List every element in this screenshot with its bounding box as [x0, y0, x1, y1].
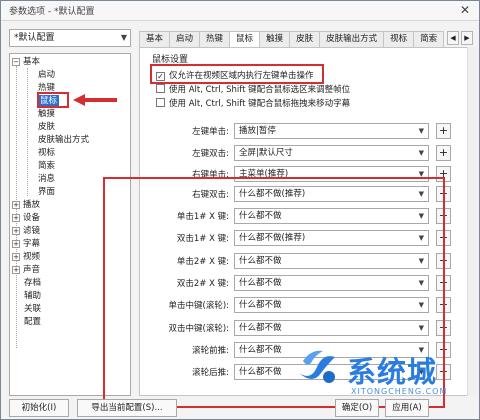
tree-item-skin-output[interactable]: 皮肤输出方式	[38, 134, 89, 146]
watermark-text: 系统城	[347, 355, 438, 389]
checkbox-icon[interactable]	[156, 84, 165, 93]
setting-dropdown[interactable]: 播放|暂停 ▼	[234, 123, 429, 139]
tree-item-subtitles[interactable]: + 字幕	[12, 238, 40, 250]
tree-item-index[interactable]: 简索	[38, 160, 55, 172]
add-button[interactable]: +	[436, 123, 451, 139]
vertical-scrollbar[interactable]	[467, 47, 477, 396]
tree-item-filters[interactable]: + 滤镜	[12, 225, 40, 237]
setting-label: 左键单击:	[192, 127, 229, 137]
tree-item-basic[interactable]: − 基本	[12, 56, 40, 68]
expand-icon[interactable]: +	[12, 253, 20, 261]
tab-index[interactable]: 简索	[413, 31, 445, 47]
setting-row: 左键单击: 播放|暂停 ▼ +	[140, 122, 460, 140]
tree-item-interface[interactable]: 界面	[38, 186, 55, 198]
tab-mouse[interactable]: 鼠标	[229, 31, 261, 48]
watermark-subtext: XITONGCHENG.COM	[351, 387, 448, 396]
profile-value: *默认配置	[14, 33, 55, 43]
tree-item-playback[interactable]: + 播放	[12, 199, 40, 211]
red-arrow-icon	[73, 94, 117, 106]
chevron-down-icon: ▼	[418, 149, 424, 157]
init-button[interactable]: 初始化(I)	[9, 399, 69, 417]
expand-icon[interactable]: +	[12, 266, 20, 274]
checkbox-icon[interactable]	[156, 98, 165, 107]
tab-cursor[interactable]: 视标	[383, 31, 415, 47]
tab-scroll-left-icon[interactable]: ◀	[447, 31, 459, 45]
options-window: 参数选项 - *默认配置 ✕ *默认配置 ▼ − 基本 启动 热键 鼠标 触摸 皮…	[0, 0, 480, 420]
chevron-down-icon: ▼	[418, 127, 424, 135]
highlight-box-checkbox	[150, 64, 324, 84]
expand-icon[interactable]: +	[12, 201, 20, 209]
chevron-down-icon: ▼	[120, 33, 127, 42]
tab-startup[interactable]: 启动	[169, 31, 201, 47]
tab-hotkeys[interactable]: 热键	[199, 31, 231, 47]
tree-item-startup[interactable]: 启动	[38, 69, 55, 81]
apply-button[interactable]: 应用(A)	[385, 399, 429, 417]
add-button[interactable]: +	[436, 145, 451, 161]
tree-guide-line	[27, 68, 28, 196]
close-icon[interactable]: ✕	[457, 3, 473, 18]
setting-label: 左键双击:	[192, 149, 229, 159]
tree-item-audio[interactable]: + 声音	[12, 264, 40, 276]
title-bar: 参数选项 - *默认配置 ✕	[1, 1, 479, 21]
tab-bar: 基本 启动 热键 鼠标 触摸 皮肤 皮肤输出方式 视标 简索 ◀ ▶	[139, 31, 477, 48]
highlight-box-mouse-item	[37, 92, 69, 108]
tree-item-devices[interactable]: + 设备	[12, 212, 40, 224]
setting-dropdown[interactable]: 全屏|默认尺寸 ▼	[234, 145, 429, 161]
tree-item-skin[interactable]: 皮肤	[38, 121, 55, 133]
tab-touch[interactable]: 触摸	[259, 31, 291, 47]
check-alt-ctrl-shift-subtitle[interactable]: 使用 Alt, Ctrl, Shift 键配合鼠标拖拽来移动字幕	[156, 98, 350, 110]
tree-item-video[interactable]: + 视频	[12, 251, 40, 263]
tab-basic[interactable]: 基本	[139, 31, 171, 47]
window-title: 参数选项 - *默认配置	[9, 7, 95, 17]
expand-icon[interactable]: +	[12, 240, 20, 248]
collapse-icon[interactable]: −	[12, 58, 20, 66]
site-logo	[299, 350, 335, 383]
tree-item-config[interactable]: 配置	[24, 316, 41, 328]
tree-item-cursor[interactable]: 视标	[38, 147, 55, 159]
expand-icon[interactable]: +	[12, 227, 20, 235]
tree-item-assist[interactable]: 辅助	[24, 290, 41, 302]
tab-scroll-right-icon[interactable]: ▶	[461, 31, 473, 45]
ok-button[interactable]: 确定(O)	[335, 399, 379, 417]
tree-item-messages[interactable]: 消息	[38, 173, 55, 185]
tree-item-archive[interactable]: 存档	[24, 277, 41, 289]
check-alt-ctrl-shift-frame[interactable]: 使用 Alt, Ctrl, Shift 键配合鼠标选区来调整帧位	[156, 84, 350, 96]
tree-item-association[interactable]: 关联	[24, 303, 41, 315]
tree-item-touch[interactable]: 触摸	[38, 108, 55, 120]
tab-skin[interactable]: 皮肤	[289, 31, 321, 47]
expand-icon[interactable]: +	[12, 214, 20, 222]
setting-row: 左键双击: 全屏|默认尺寸 ▼ +	[140, 144, 460, 162]
profile-select[interactable]: *默认配置 ▼	[9, 29, 131, 47]
tab-skin-output[interactable]: 皮肤输出方式	[319, 31, 385, 47]
export-config-button[interactable]: 导出当前配置(S)...	[77, 399, 177, 417]
